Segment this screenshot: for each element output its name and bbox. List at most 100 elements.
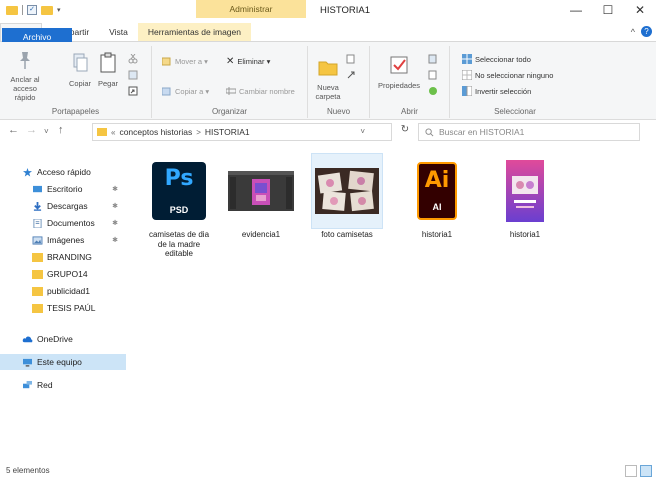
invert-selection-button[interactable]: Invertir selección <box>462 86 531 96</box>
view-toggle <box>625 465 652 477</box>
rename-button[interactable]: Cambiar nombre <box>226 86 295 96</box>
help-icon[interactable]: ? <box>641 26 652 37</box>
new-folder-icon[interactable] <box>41 5 53 15</box>
sidebar-item-red[interactable]: Red <box>0 377 126 393</box>
title-bar: ✓ ▾ Administrar HISTORIA1 — ☐ ✕ <box>0 0 656 22</box>
collapse-ribbon-chevron-icon[interactable]: ^ <box>631 27 635 37</box>
sidebar-item-documentos[interactable]: Documentos ✱ <box>0 215 126 231</box>
refresh-icon[interactable]: ↻ <box>396 124 414 140</box>
select-none-icon <box>462 70 472 80</box>
select-all-label: Seleccionar todo <box>475 54 531 64</box>
tshirts-photo-image <box>315 168 379 214</box>
pin-quick-access-button[interactable]: Anclar al acceso rápido <box>4 50 46 102</box>
new-folder-button[interactable]: Nueva carpeta <box>312 56 344 101</box>
maximize-button[interactable]: ☐ <box>594 2 622 18</box>
properties-button[interactable]: Propiedades <box>374 54 424 90</box>
search-input[interactable]: Buscar en HISTORIA1 <box>418 123 640 141</box>
properties-checkbox-icon[interactable]: ✓ <box>27 5 37 15</box>
file-thumbnail: Ai AI <box>402 154 472 228</box>
folder-icon <box>32 286 43 296</box>
select-all-icon <box>462 54 472 64</box>
easy-access-icon <box>347 71 355 79</box>
paste-shortcut-button[interactable] <box>128 86 138 96</box>
invert-selection-label: Invertir selección <box>475 86 532 96</box>
cut-button[interactable] <box>128 54 138 64</box>
properties-icon <box>390 56 408 74</box>
icon-subtext: AI <box>432 202 442 212</box>
group-label-portapapeles: Portapapeles <box>51 107 100 116</box>
copy-path-button[interactable] <box>128 70 138 80</box>
sidebar-item-imagenes[interactable]: Imágenes ✱ <box>0 232 126 248</box>
up-arrow-icon[interactable]: ↑ <box>58 124 64 136</box>
recent-locations-chevron-icon[interactable]: ˅ <box>44 127 49 136</box>
group-seleccionar: Seleccionar todo No seleccionar ninguno … <box>450 46 580 118</box>
group-portapapeles: Anclar al acceso rápido Copiar Pegar Por… <box>0 46 152 118</box>
large-icons-view-icon[interactable] <box>640 465 652 477</box>
properties-label: Propiedades <box>377 81 421 90</box>
sidebar-item-branding[interactable]: BRANDING <box>0 249 126 265</box>
navigation-bar: ← → ˅ ↑ « conceptos historias > HISTORIA… <box>0 121 656 143</box>
select-all-button[interactable]: Seleccionar todo <box>462 54 531 64</box>
open-button[interactable] <box>428 54 438 64</box>
address-dropdown-chevron-icon[interactable]: ˅ <box>360 127 365 136</box>
breadcrumb-historia1[interactable]: HISTORIA1 <box>205 127 250 137</box>
edit-button[interactable] <box>428 70 438 80</box>
file-name: historia1 <box>421 230 453 239</box>
select-none-button[interactable]: No seleccionar ninguno <box>462 70 553 80</box>
paste-button[interactable]: Pegar <box>94 52 122 88</box>
sidebar-item-publicidad1[interactable]: publicidad1 <box>0 283 126 299</box>
details-view-icon[interactable] <box>625 465 637 477</box>
sidebar-item-este-equipo[interactable]: Este equipo <box>0 354 126 370</box>
copy-path-icon <box>128 70 138 80</box>
download-icon <box>33 201 42 211</box>
file-item-historia1-image[interactable]: historia1 <box>490 154 560 240</box>
sidebar-item-label: publicidad1 <box>47 286 91 296</box>
new-item-button[interactable] <box>346 54 356 64</box>
sidebar-item-escritorio[interactable]: Escritorio ✱ <box>0 181 126 197</box>
sidebar-item-acceso-rapido[interactable]: Acceso rápido <box>0 164 126 180</box>
delete-button[interactable]: ✕ Eliminar ▾ <box>226 56 270 67</box>
breadcrumb-separator[interactable]: > <box>196 128 201 137</box>
move-to-button[interactable]: Mover a ▾ <box>162 56 208 66</box>
computer-icon <box>23 358 32 367</box>
breadcrumb-conceptos-historias[interactable]: conceptos historias <box>119 127 192 137</box>
copy-to-button[interactable]: Copiar a ▾ <box>162 86 209 96</box>
network-icon <box>23 380 32 388</box>
sidebar-item-grupo14[interactable]: GRUPO14 <box>0 266 126 282</box>
clipboard-icon <box>100 52 116 73</box>
cloud-icon <box>22 336 33 342</box>
pin-icon: ✱ <box>112 186 118 193</box>
forward-arrow-icon[interactable]: → <box>26 124 37 136</box>
file-item-historia1-ai[interactable]: Ai AI historia1 <box>402 154 472 240</box>
story-design-image <box>506 160 544 222</box>
sidebar-item-tesis-paul[interactable]: TESIS PAÚL <box>0 300 126 316</box>
sidebar-item-onedrive[interactable]: OneDrive <box>0 331 126 347</box>
group-organizar: Mover a ▾ ✕ Eliminar ▾ Copiar a ▾ Cambia… <box>152 46 308 118</box>
sidebar-item-label: Este equipo <box>37 357 82 367</box>
back-arrow-icon[interactable]: ← <box>8 124 19 136</box>
tab-herramientas-imagen[interactable]: Herramientas de imagen <box>137 23 251 41</box>
select-none-label: No seleccionar ninguno <box>475 70 554 80</box>
sidebar-item-label: GRUPO14 <box>47 269 88 279</box>
close-button[interactable]: ✕ <box>626 2 654 18</box>
file-item-evidencia1[interactable]: evidencia1 <box>226 154 296 240</box>
tab-vista[interactable]: Vista <box>99 23 138 41</box>
file-list: Ps PSD camisetas de dia de la madre edit… <box>134 148 654 458</box>
easy-access-button[interactable] <box>346 70 356 80</box>
folder-icon <box>97 128 107 136</box>
desktop-icon <box>33 185 42 192</box>
address-bar[interactable]: « conceptos historias > HISTORIA1 ˅ <box>92 123 392 141</box>
breadcrumb-overflow[interactable]: « <box>111 128 115 137</box>
move-to-label: Mover a ▾ <box>175 56 208 66</box>
pictures-icon <box>32 235 43 245</box>
search-icon <box>425 127 434 136</box>
copy-button[interactable]: Copiar <box>66 52 94 88</box>
history-button[interactable] <box>428 86 438 96</box>
sidebar-item-descargas[interactable]: Descargas ✱ <box>0 198 126 214</box>
minimize-button[interactable]: — <box>562 2 590 18</box>
file-item-psd[interactable]: Ps PSD camisetas de dia de la madre edit… <box>144 154 214 259</box>
rename-icon <box>226 87 236 95</box>
status-bar: 5 elementos <box>0 462 656 480</box>
customize-toolbar-chevron-icon[interactable]: ▾ <box>57 6 61 14</box>
file-item-foto-camisetas[interactable]: foto camisetas <box>311 153 383 240</box>
